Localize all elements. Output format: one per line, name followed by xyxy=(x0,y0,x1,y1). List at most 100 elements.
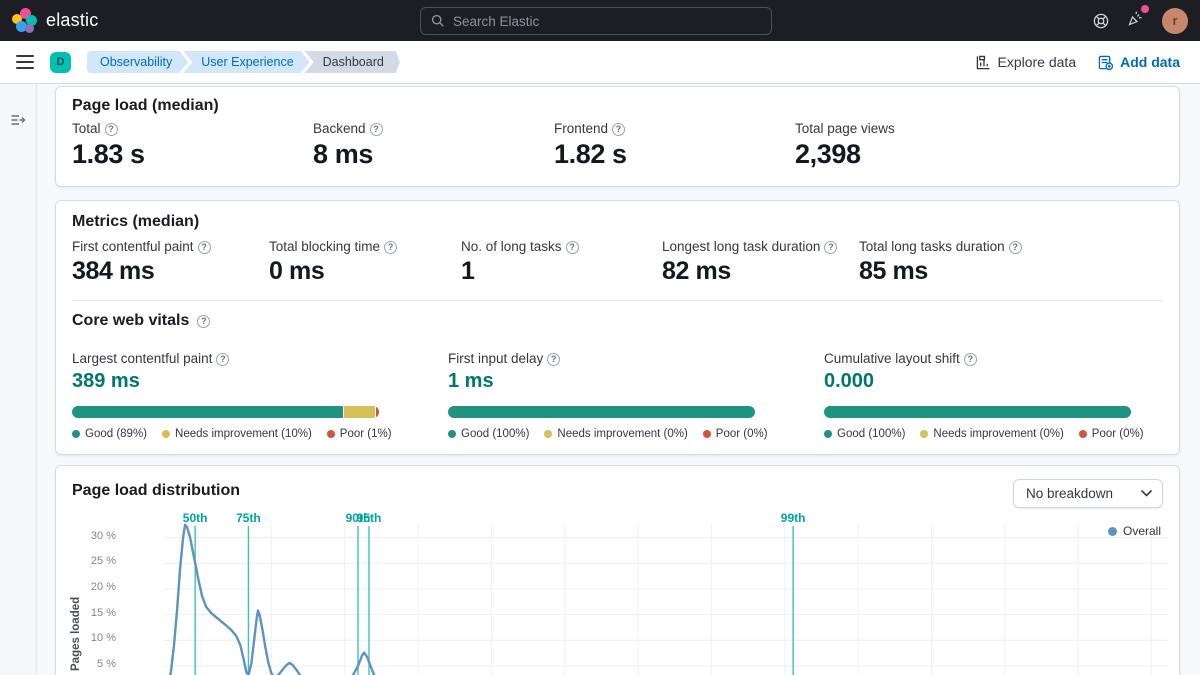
distribution-title: Page load distribution xyxy=(72,482,1163,500)
stat-backend: Backend? 8 ms xyxy=(313,121,554,170)
help-icon[interactable]: ? xyxy=(964,353,977,366)
y-axis-tick-label: 5 % xyxy=(76,658,116,670)
collapsed-sidebar-rail xyxy=(0,84,37,675)
page-load-distribution-panel: Page load distribution No breakdown Page… xyxy=(55,465,1180,675)
stat-label: No. of long tasks xyxy=(461,239,562,254)
y-axis-tick-label: 25 % xyxy=(76,555,116,567)
elastic-brand[interactable]: elastic xyxy=(0,8,98,33)
stat-value: 85 ms xyxy=(859,257,1163,286)
menu-hamburger-icon[interactable] xyxy=(16,55,34,69)
toolbar-actions: Explore data Add data xyxy=(976,54,1181,70)
stat-label: First contentful paint xyxy=(72,239,194,254)
cwv-legend: Good (100%) Needs improvement (0%) Poor … xyxy=(824,428,1163,440)
help-icon[interactable]: ? xyxy=(216,353,229,366)
notification-badge xyxy=(1141,5,1149,13)
help-ring-icon[interactable] xyxy=(1092,12,1110,30)
help-icon[interactable]: ? xyxy=(824,241,837,254)
poor-dot-icon xyxy=(327,430,335,438)
legend-label: Poor (1%) xyxy=(340,428,392,440)
stat-long-tasks: No. of long tasks? 1 xyxy=(461,239,662,286)
add-data-label: Add data xyxy=(1120,54,1180,70)
explore-data-button[interactable]: Explore data xyxy=(976,54,1077,70)
stat-value: 0 ms xyxy=(269,257,461,286)
cwv-value: 1 ms xyxy=(448,370,824,393)
breadcrumb-observability[interactable]: Observability xyxy=(87,51,188,73)
cwv-value: 389 ms xyxy=(72,370,448,393)
stat-label: Frontend xyxy=(554,121,608,136)
legend-label: Needs improvement (10%) xyxy=(175,428,312,440)
breadcrumb-user-experience[interactable]: User Experience xyxy=(183,51,309,73)
page-content: Page load (median) Total? 1.83 s Backend… xyxy=(0,84,1200,675)
help-icon[interactable]: ? xyxy=(566,241,579,254)
breadcrumb-toolbar: D Observability User Experience Dashboar… xyxy=(0,41,1200,84)
help-icon[interactable]: ? xyxy=(198,241,211,254)
expand-sidebar-icon[interactable] xyxy=(10,112,26,128)
header-actions: r xyxy=(1092,0,1188,41)
help-icon[interactable]: ? xyxy=(105,123,118,136)
stat-value: 384 ms xyxy=(72,257,269,286)
percentile-label: 99th xyxy=(781,511,806,525)
stat-label: Total xyxy=(72,121,101,136)
cwv-bar xyxy=(448,406,755,418)
percentile-label: 95th xyxy=(357,511,382,525)
cwv-legend: Good (100%) Needs improvement (0%) Poor … xyxy=(448,428,824,440)
add-data-button[interactable]: Add data xyxy=(1098,54,1180,70)
stat-label: First input delay xyxy=(448,351,543,366)
help-icon[interactable]: ? xyxy=(1009,241,1022,254)
core-web-vitals-title: Core web vitals? xyxy=(72,312,1163,330)
cwv-lcp: Largest contentful paint? 389 ms Good (8… xyxy=(72,351,448,440)
breakdown-select[interactable]: No breakdown xyxy=(1013,479,1163,508)
global-header: elastic r xyxy=(0,0,1200,41)
page-load-stats: Total? 1.83 s Backend? 8 ms Frontend? 1.… xyxy=(72,121,1163,170)
stat-fcp: First contentful paint? 384 ms xyxy=(72,239,269,286)
section-divider xyxy=(72,300,1163,301)
search-input[interactable] xyxy=(453,14,761,29)
user-avatar[interactable]: r xyxy=(1162,8,1188,34)
good-dot-icon xyxy=(448,430,456,438)
legend-label: Poor (0%) xyxy=(716,428,768,440)
breadcrumb: Observability User Experience Dashboard xyxy=(87,51,400,73)
brand-name: elastic xyxy=(46,10,98,31)
needs-improvement-dot-icon xyxy=(544,430,552,438)
space-badge[interactable]: D xyxy=(50,52,71,73)
cwv-legend: Good (89%) Needs improvement (10%) Poor … xyxy=(72,428,448,440)
cwv-value: 0.000 xyxy=(824,370,1163,393)
metrics-title: Metrics (median) xyxy=(72,213,1163,231)
good-dot-icon xyxy=(824,430,832,438)
search-icon xyxy=(431,14,445,28)
stat-label: Longest long task duration xyxy=(662,239,820,254)
breakdown-value: No breakdown xyxy=(1026,486,1113,501)
chart-legend-overall[interactable]: Overall xyxy=(1108,524,1161,538)
core-web-vitals-grid: Largest contentful paint? 389 ms Good (8… xyxy=(72,351,1163,440)
chevron-down-icon xyxy=(1141,490,1152,497)
y-axis-label: Pages loaded xyxy=(70,564,82,675)
good-dot-icon xyxy=(72,430,80,438)
help-icon[interactable]: ? xyxy=(547,353,560,366)
stat-longest-task: Longest long task duration? 82 ms xyxy=(662,239,859,286)
help-icon[interactable]: ? xyxy=(197,315,210,328)
help-icon[interactable]: ? xyxy=(370,123,383,136)
help-icon[interactable]: ? xyxy=(384,241,397,254)
help-icon[interactable]: ? xyxy=(612,123,625,136)
y-axis-tick-label: 20 % xyxy=(76,581,116,593)
stat-label: Largest contentful paint xyxy=(72,351,212,366)
cwv-bar xyxy=(824,406,1131,418)
dashboard-main: Page load (median) Total? 1.83 s Backend… xyxy=(37,84,1200,675)
metrics-panel: Metrics (median) First contentful paint?… xyxy=(55,200,1180,455)
cwv-fid: First input delay? 1 ms Good (100%) Need… xyxy=(448,351,824,440)
stat-value: 8 ms xyxy=(313,139,554,170)
legend-label: Needs improvement (0%) xyxy=(557,428,687,440)
stat-tbt: Total blocking time? 0 ms xyxy=(269,239,461,286)
needs-improvement-dot-icon xyxy=(920,430,928,438)
stat-value: 82 ms xyxy=(662,257,859,286)
legend-label: Needs improvement (0%) xyxy=(933,428,1063,440)
global-search[interactable] xyxy=(420,7,772,35)
stat-label: Total page views xyxy=(795,121,895,136)
stat-label: Cumulative layout shift xyxy=(824,351,960,366)
legend-label: Good (89%) xyxy=(85,428,147,440)
series-dot-icon xyxy=(1108,527,1117,536)
percentile-label: 75th xyxy=(236,511,261,525)
newsfeed-button[interactable] xyxy=(1127,9,1145,32)
stat-total-page-views: Total page views 2,398 xyxy=(795,121,1036,170)
bar-chart-icon xyxy=(976,55,991,70)
